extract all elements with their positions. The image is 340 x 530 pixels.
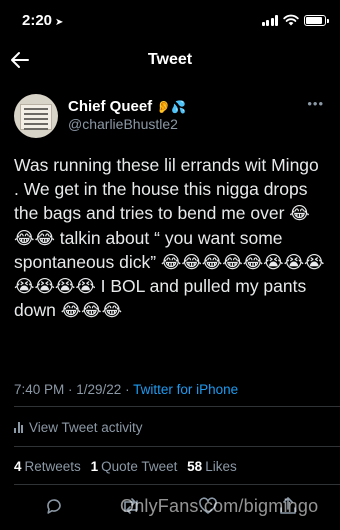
status-bar: 2:20 ➤: [0, 0, 340, 40]
likes-count: 58: [187, 459, 203, 474]
tweet-timestamp[interactable]: 7:40 PM · 1/29/22 ·: [14, 382, 133, 397]
user-handle[interactable]: @charlieBhustle2: [68, 116, 178, 132]
avatar[interactable]: [14, 94, 58, 138]
signal-icon: [261, 14, 278, 26]
likes-label: Likes: [205, 459, 237, 474]
quotes-count: 1: [90, 459, 99, 474]
retweets-count: 4: [14, 459, 22, 474]
battery-icon: [304, 14, 329, 26]
name-emoji: 👂💦: [156, 100, 187, 114]
divider: [14, 484, 340, 485]
tweet-text: Was running these lil errands wit Mingo …: [14, 155, 325, 321]
location-arrow-icon: ➤: [55, 17, 64, 28]
tweet-author: Chief Queef 👂💦 @charlieBhustle2 •••: [14, 94, 334, 138]
tweet-source-link[interactable]: Twitter for iPhone: [133, 382, 238, 397]
battery-level: [306, 16, 323, 24]
wifi-icon: [283, 14, 299, 26]
likes-stat[interactable]: 58 Likes: [187, 459, 237, 474]
status-time: 2:20 ➤: [22, 12, 63, 29]
display-name[interactable]: Chief Queef 👂💦: [68, 98, 186, 115]
reply-icon[interactable]: [44, 496, 64, 516]
watermark: OnlyFans.com/bigmingo: [120, 496, 319, 516]
divider: [14, 446, 340, 447]
page-title: Tweet: [147, 51, 193, 68]
more-icon[interactable]: •••: [307, 96, 324, 111]
quotes-label: Quote Tweet: [101, 459, 178, 474]
tweet-stats: 4 Retweets 1 Quote Tweet 58 Likes: [14, 459, 243, 474]
divider: [14, 406, 340, 407]
analytics-icon: [14, 422, 23, 433]
status-time-text: 2:20: [22, 12, 53, 29]
retweets-stat[interactable]: 4 Retweets: [14, 459, 81, 474]
display-name-text: Chief Queef: [68, 98, 153, 115]
retweets-label: Retweets: [24, 459, 81, 474]
avatar-sign: [20, 104, 52, 130]
quotes-stat[interactable]: 1 Quote Tweet: [91, 459, 178, 474]
view-tweet-activity[interactable]: View Tweet activity: [14, 420, 143, 435]
tweet-meta: 7:40 PM · 1/29/22 · Twitter for iPhone: [14, 382, 238, 397]
header: Tweet: [0, 42, 340, 78]
activity-label: View Tweet activity: [29, 420, 143, 435]
status-icons: [261, 14, 329, 26]
